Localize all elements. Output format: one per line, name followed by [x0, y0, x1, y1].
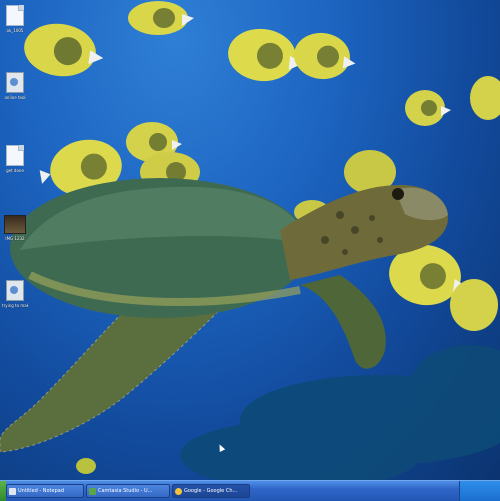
fish: [450, 279, 498, 331]
desktop-icon-label: get done: [6, 168, 24, 173]
camtasia-icon: [89, 487, 96, 495]
wallpaper: [0, 1, 500, 480]
program-icon: [6, 72, 24, 93]
notepad-icon: [9, 487, 16, 495]
fish: [76, 458, 96, 474]
system-tray[interactable]: [459, 481, 500, 501]
taskbar: Untitled - Notepad Camtasia Studio - U..…: [0, 480, 500, 501]
coral-reef: [180, 345, 500, 480]
desktop-icon[interactable]: online tool: [2, 72, 28, 100]
desktop-icon[interactable]: get done: [2, 145, 28, 173]
document-icon: [6, 5, 24, 26]
desktop-icon-label: trying to make c...: [2, 303, 28, 308]
taskbar-button-label: Google - Google Ch...: [184, 488, 238, 494]
desktop-icon-label: IMG 1232: [5, 236, 25, 241]
desktop-icon-label: ok_1005: [6, 28, 24, 33]
program-icon: [6, 280, 24, 301]
taskbar-button-label: Untitled - Notepad: [18, 488, 65, 494]
photo-icon: [4, 215, 26, 234]
fish: [294, 32, 356, 80]
desktop-icon-label: online tool: [4, 95, 26, 100]
desktop-icon[interactable]: trying to make c...: [2, 280, 28, 308]
chrome-icon: [175, 487, 182, 495]
taskbar-button-chrome[interactable]: Google - Google Ch...: [172, 484, 250, 498]
document-icon: [6, 145, 24, 166]
taskbar-button-notepad[interactable]: Untitled - Notepad: [6, 484, 84, 498]
desktop[interactable]: ok_1005 online tool get done IMG 1232 tr…: [0, 0, 500, 480]
taskbar-button-label: Camtasia Studio - U...: [98, 488, 153, 494]
taskbar-buttons: Untitled - Notepad Camtasia Studio - U..…: [6, 484, 460, 498]
desktop-icon[interactable]: IMG 1232: [2, 215, 28, 241]
fish: [405, 90, 451, 126]
desktop-icon[interactable]: ok_1005: [2, 5, 28, 33]
taskbar-button-camtasia[interactable]: Camtasia Studio - U...: [86, 484, 170, 498]
fish: [24, 23, 104, 77]
fish: [128, 1, 194, 35]
fish: [470, 76, 500, 120]
